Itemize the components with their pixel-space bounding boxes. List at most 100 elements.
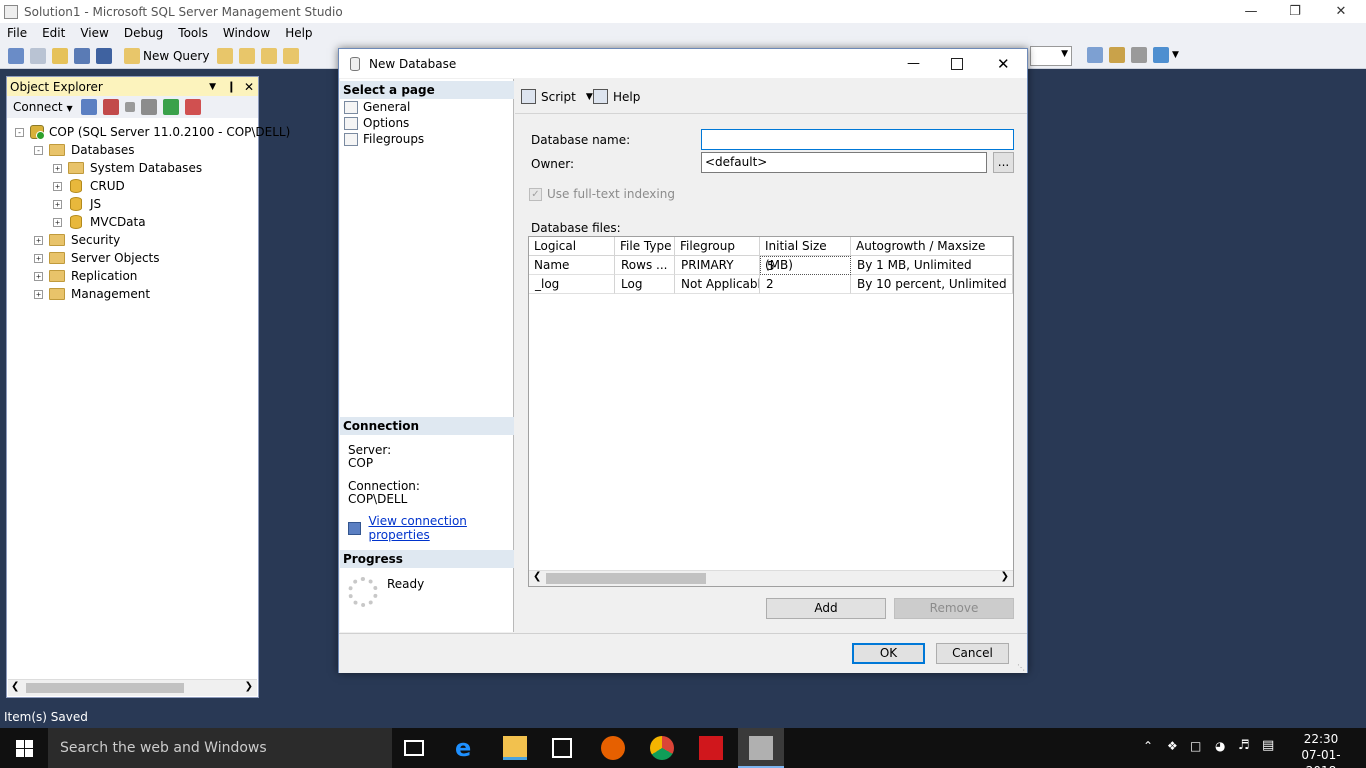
tree-node-security[interactable]: + Security [34,231,120,249]
cell-initial-size[interactable]: 5 [760,256,851,275]
menu-help[interactable]: Help [278,26,320,40]
cell-autogrowth[interactable]: By 10 percent, Unlimited [851,275,1013,294]
xmla-query-icon[interactable] [283,47,300,64]
database-name-input[interactable] [701,129,1014,150]
grid-horizontal-scrollbar[interactable]: ❮ ❯ [529,570,1013,586]
expand-icon[interactable]: + [53,199,62,209]
battery-icon[interactable]: □ [1190,739,1201,753]
windows-start-icon[interactable] [16,740,33,757]
close-pane-icon[interactable]: ✕ [244,80,254,94]
task-view-icon[interactable] [404,740,424,756]
column-header-filegroup[interactable]: Filegroup [675,237,760,256]
menu-file[interactable]: File [0,26,35,40]
add-item-icon[interactable] [30,47,46,64]
column-header-initial-size[interactable]: Initial Size (MB) [760,237,851,272]
tree-node-server[interactable]: - COP (SQL Server 11.0.2100 - COP\DELL) [15,123,290,141]
expand-icon[interactable]: + [53,217,62,227]
owner-input[interactable]: <default> [701,152,987,173]
file-explorer-icon[interactable] [503,736,527,760]
filter-icon[interactable] [140,99,157,115]
column-header-file-type[interactable]: File Type [615,237,675,256]
dialog-close-button[interactable]: ✕ [997,55,1010,73]
volume-icon[interactable]: ♬ [1238,738,1250,753]
scroll-right-icon[interactable]: ❯ [245,681,253,692]
resize-grip-icon[interactable]: ⋱ [1017,663,1025,672]
menu-tools[interactable]: Tools [171,26,216,40]
dialog-maximize-button[interactable] [951,57,963,70]
menu-edit[interactable]: Edit [35,26,73,40]
cell-logical-name[interactable] [529,256,615,275]
tree-node-server-objects[interactable]: + Server Objects [34,249,160,267]
activity-monitor-icon[interactable] [184,99,201,115]
stop-icon[interactable] [124,102,135,112]
scroll-left-icon[interactable]: ❮ [11,681,19,692]
connect-object-explorer-icon[interactable] [80,99,97,115]
ssms-taskbar-button[interactable] [738,728,784,768]
chrome-icon[interactable] [650,736,674,760]
refresh-icon[interactable] [162,99,179,115]
scroll-thumb[interactable] [546,573,706,584]
expand-icon[interactable]: + [34,235,43,245]
view-connection-link[interactable]: View connection properties [368,514,513,542]
firefox-icon[interactable] [601,736,625,760]
fulltext-indexing-checkbox[interactable]: ✓ Use full-text indexing [529,187,675,201]
cell-file-type[interactable]: Rows ... [615,256,675,275]
store-icon[interactable] [552,738,572,758]
tree-node-replication[interactable]: + Replication [34,267,137,285]
scroll-thumb[interactable] [26,683,184,693]
scroll-left-icon[interactable]: ❮ [533,571,541,582]
tools-icon[interactable] [1131,47,1147,63]
object-explorer-icon[interactable] [1109,47,1125,63]
pane-dropdown-icon[interactable]: ▼ [209,82,216,92]
horizontal-scrollbar[interactable]: ❮ ❯ [8,679,257,696]
expand-icon[interactable]: + [34,289,43,299]
solution-config-dropdown[interactable]: ▼ [1030,46,1072,66]
action-center-icon[interactable]: ▤ [1262,738,1274,753]
restore-button[interactable]: ❐ [1272,0,1318,23]
minimize-button[interactable]: — [1228,0,1274,23]
cell-initial-size[interactable]: 2 [760,275,851,294]
properties-window-icon[interactable] [1153,47,1169,63]
column-header-autogrowth[interactable]: Autogrowth / Maxsize [851,237,1013,256]
tree-node-js[interactable]: + JS [53,195,101,213]
expand-icon[interactable]: + [53,181,62,191]
wifi-icon[interactable]: ◕ [1215,739,1225,753]
tree-node-crud[interactable]: + CRUD [53,177,125,195]
scroll-right-icon[interactable]: ❯ [1001,571,1009,582]
expand-icon[interactable]: + [34,253,43,263]
cell-file-type[interactable]: Log [615,275,675,294]
taskbar-clock[interactable]: 22:30 07-01-2018 [1290,731,1352,768]
menu-view[interactable]: View [73,26,116,40]
open-folder-icon[interactable] [52,47,68,64]
dialog-minimize-button[interactable]: — [907,56,920,71]
collapse-icon[interactable]: - [15,127,24,137]
cell-filegroup[interactable]: Not Applicable [675,275,760,294]
toolbar-overflow-icon[interactable]: ▼ [1172,47,1179,63]
menu-debug[interactable]: Debug [117,26,171,40]
tree-node-databases[interactable]: - Databases [34,141,135,159]
ok-button[interactable]: OK [852,643,925,664]
disconnect-icon[interactable] [102,99,119,115]
page-options[interactable]: Options [344,115,409,131]
dropbox-icon[interactable]: ❖ [1167,739,1178,753]
script-button[interactable]: Script ▼ [521,89,593,104]
registered-servers-icon[interactable] [1087,47,1103,63]
acrobat-icon[interactable] [699,736,723,760]
save-all-icon[interactable] [96,47,112,64]
view-connection-properties[interactable]: View connection properties [348,514,513,542]
taskbar-search-box[interactable]: Search the web and Windows [48,728,392,768]
tree-node-mvcdata[interactable]: + MVCData [53,213,146,231]
new-project-icon[interactable] [8,47,24,64]
collapse-icon[interactable]: - [34,145,43,155]
owner-browse-button[interactable]: ... [993,152,1014,173]
cell-filegroup[interactable]: PRIMARY [675,256,760,275]
add-button[interactable]: Add [766,598,886,619]
edge-browser-icon[interactable]: e [455,736,479,760]
show-hidden-icons-icon[interactable]: ⌃ [1143,739,1153,753]
tree-node-system-databases[interactable]: + System Databases [53,159,202,177]
analysis-dmx-query-icon[interactable] [261,47,278,64]
save-icon[interactable] [74,47,90,64]
page-general[interactable]: General [344,99,410,115]
cancel-button[interactable]: Cancel [936,643,1009,664]
column-header-logical-name[interactable]: Logical Name [529,237,615,272]
